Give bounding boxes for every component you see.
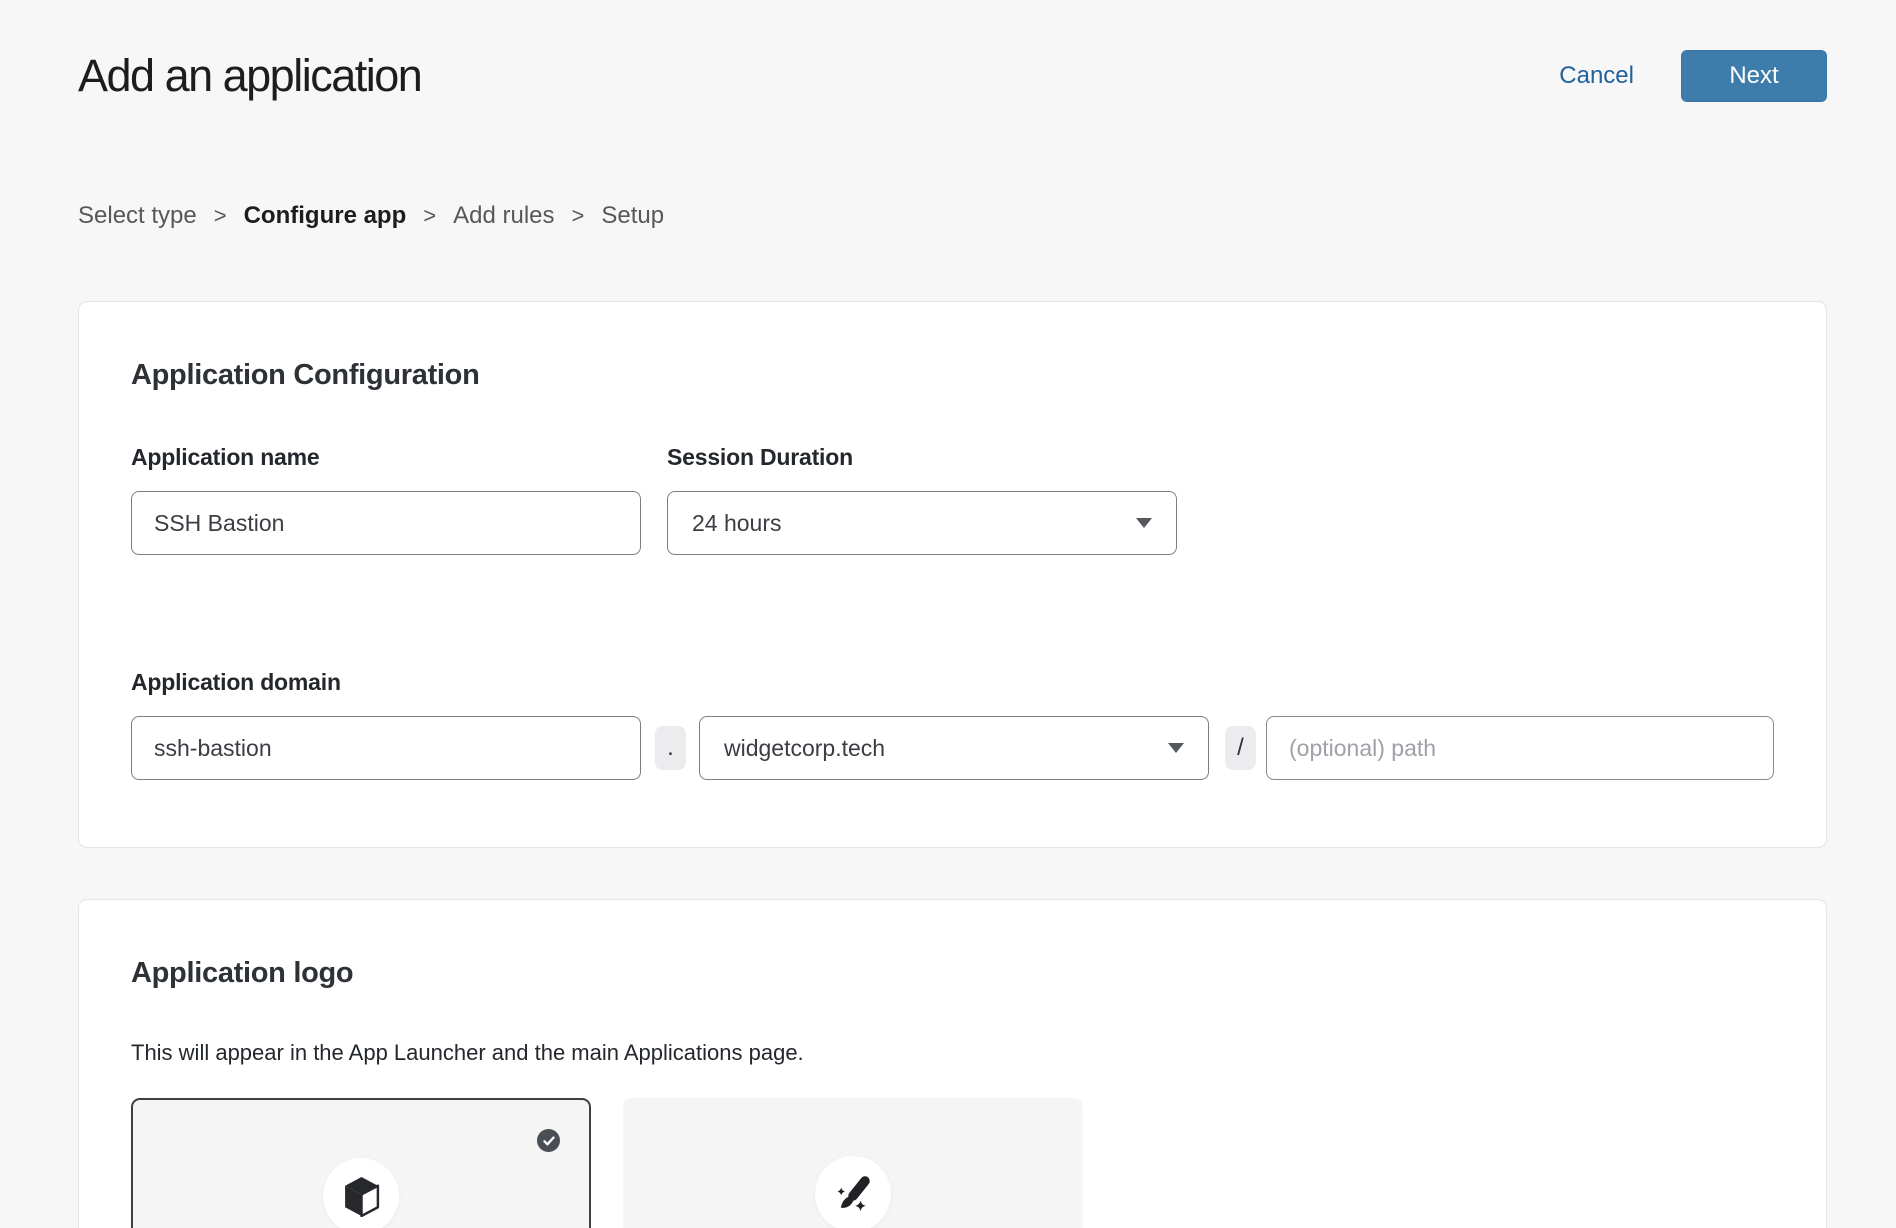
- application-logo-card: Application logo This will appear in the…: [78, 899, 1827, 1228]
- paintbrush-icon: [833, 1174, 873, 1214]
- add-application-page: Add an application Cancel Next Select ty…: [0, 0, 1896, 1228]
- domain-select-value: widgetcorp.tech: [724, 735, 885, 762]
- custom-logo-circle: [815, 1156, 891, 1228]
- logo-option-default[interactable]: [131, 1098, 591, 1228]
- domain-select[interactable]: widgetcorp.tech: [699, 716, 1209, 780]
- breadcrumb-item-add-rules[interactable]: Add rules: [453, 202, 554, 230]
- application-domain-row: . widgetcorp.tech /: [131, 716, 1774, 780]
- chevron-down-icon: [1168, 743, 1184, 753]
- application-name-input[interactable]: [131, 491, 641, 555]
- name-duration-row: Application name Session Duration 24 hou…: [131, 444, 1774, 555]
- logo-card-heading: Application logo: [131, 957, 1774, 990]
- header-actions: Cancel Next: [1559, 50, 1827, 102]
- next-button[interactable]: Next: [1681, 50, 1827, 102]
- chevron-down-icon: [1136, 518, 1152, 528]
- dot-separator: .: [655, 726, 686, 770]
- application-name-field-group: Application name: [131, 444, 641, 555]
- cancel-button[interactable]: Cancel: [1559, 62, 1634, 90]
- application-domain-label: Application domain: [131, 669, 1774, 696]
- session-duration-value: 24 hours: [692, 510, 782, 537]
- application-name-label: Application name: [131, 444, 641, 471]
- selected-check-badge: [537, 1129, 560, 1152]
- logo-card-description: This will appear in the App Launcher and…: [131, 1040, 1774, 1066]
- page-title: Add an application: [78, 50, 421, 102]
- breadcrumb-separator-icon: >: [423, 203, 436, 229]
- breadcrumb-separator-icon: >: [572, 203, 585, 229]
- path-input[interactable]: [1266, 716, 1774, 780]
- breadcrumb-separator-icon: >: [214, 203, 227, 229]
- breadcrumb-item-select-type[interactable]: Select type: [78, 202, 197, 230]
- breadcrumb-item-setup[interactable]: Setup: [601, 202, 664, 230]
- subdomain-input[interactable]: [131, 716, 641, 780]
- cube-icon: [343, 1176, 380, 1217]
- check-icon: [543, 1136, 555, 1146]
- slash-separator: /: [1225, 726, 1256, 770]
- breadcrumb: Select type > Configure app > Add rules …: [78, 202, 1827, 230]
- breadcrumb-item-configure-app[interactable]: Configure app: [244, 202, 407, 230]
- application-configuration-card: Application Configuration Application na…: [78, 301, 1827, 848]
- page-header: Add an application Cancel Next: [78, 50, 1827, 102]
- default-logo-circle: [323, 1158, 399, 1228]
- logo-option-custom[interactable]: [623, 1098, 1083, 1228]
- session-duration-select[interactable]: 24 hours: [667, 491, 1177, 555]
- session-duration-field-group: Session Duration 24 hours: [667, 444, 1177, 555]
- logo-options: [131, 1098, 1774, 1228]
- session-duration-label: Session Duration: [667, 444, 1177, 471]
- config-card-heading: Application Configuration: [131, 359, 1774, 392]
- application-domain-section: Application domain . widgetcorp.tech /: [131, 669, 1774, 780]
